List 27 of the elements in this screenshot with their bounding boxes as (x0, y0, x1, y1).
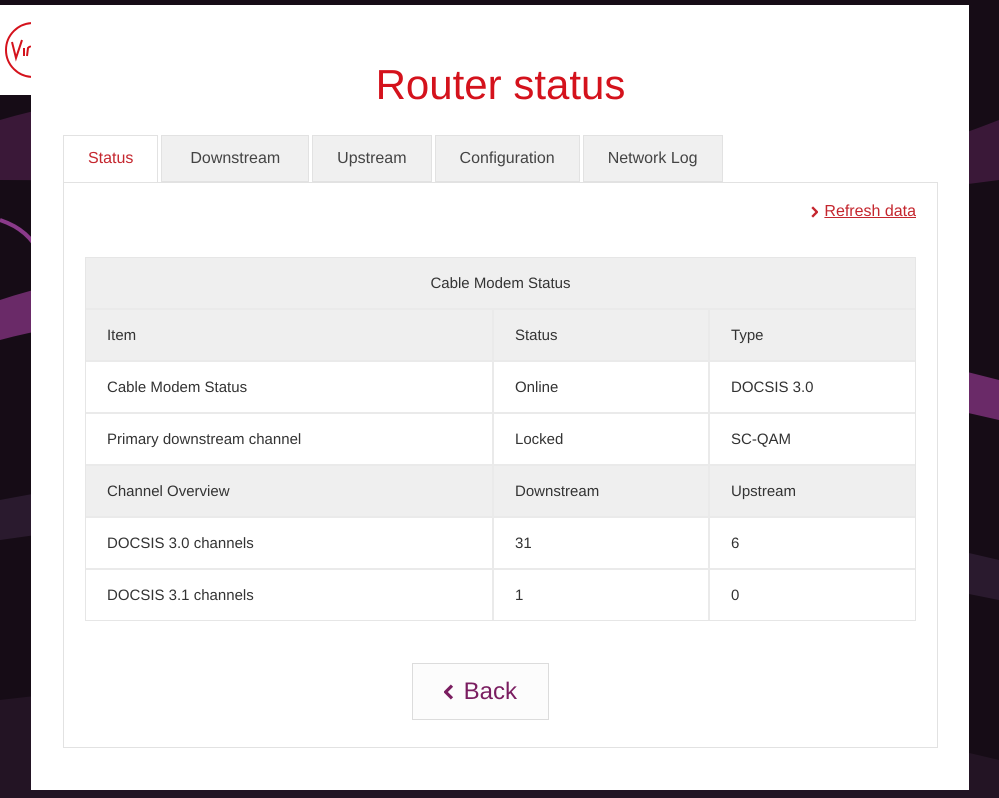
table-header-cell: Item (86, 310, 492, 360)
refresh-link[interactable]: Refresh data (824, 203, 916, 221)
table-cell: Online (494, 362, 708, 412)
tab[interactable]: Downstream (161, 135, 310, 182)
table-cell: 6 (710, 518, 915, 568)
tab[interactable]: Status (63, 135, 158, 182)
table-cell: Cable Modem Status (86, 362, 492, 412)
table-cell: 0 (710, 570, 915, 620)
table-caption: Cable Modem Status (86, 258, 915, 308)
table-header-cell: Status (494, 310, 708, 360)
table-cell: 31 (494, 518, 708, 568)
table-cell: 1 (494, 570, 708, 620)
table-cell: DOCSIS 3.0 channels (86, 518, 492, 568)
back-button[interactable]: Back (412, 663, 549, 720)
table-cell: DOCSIS 3.1 channels (86, 570, 492, 620)
table-cell: SC-QAM (710, 414, 915, 464)
table-header-cell: Downstream (494, 466, 708, 516)
table-cell: Locked (494, 414, 708, 464)
tab[interactable]: Network Log (582, 135, 723, 182)
table-header-cell: Type (710, 310, 915, 360)
table-header-cell: Upstream (710, 466, 915, 516)
page-title: Router status (374, 60, 626, 110)
table-cell: DOCSIS 3.0 (710, 362, 915, 412)
tab[interactable]: Upstream (312, 135, 432, 182)
table-cell: Primary downstream channel (86, 414, 492, 464)
tab[interactable]: Configuration (434, 135, 580, 182)
table-header-cell: Channel Overview (86, 466, 492, 516)
